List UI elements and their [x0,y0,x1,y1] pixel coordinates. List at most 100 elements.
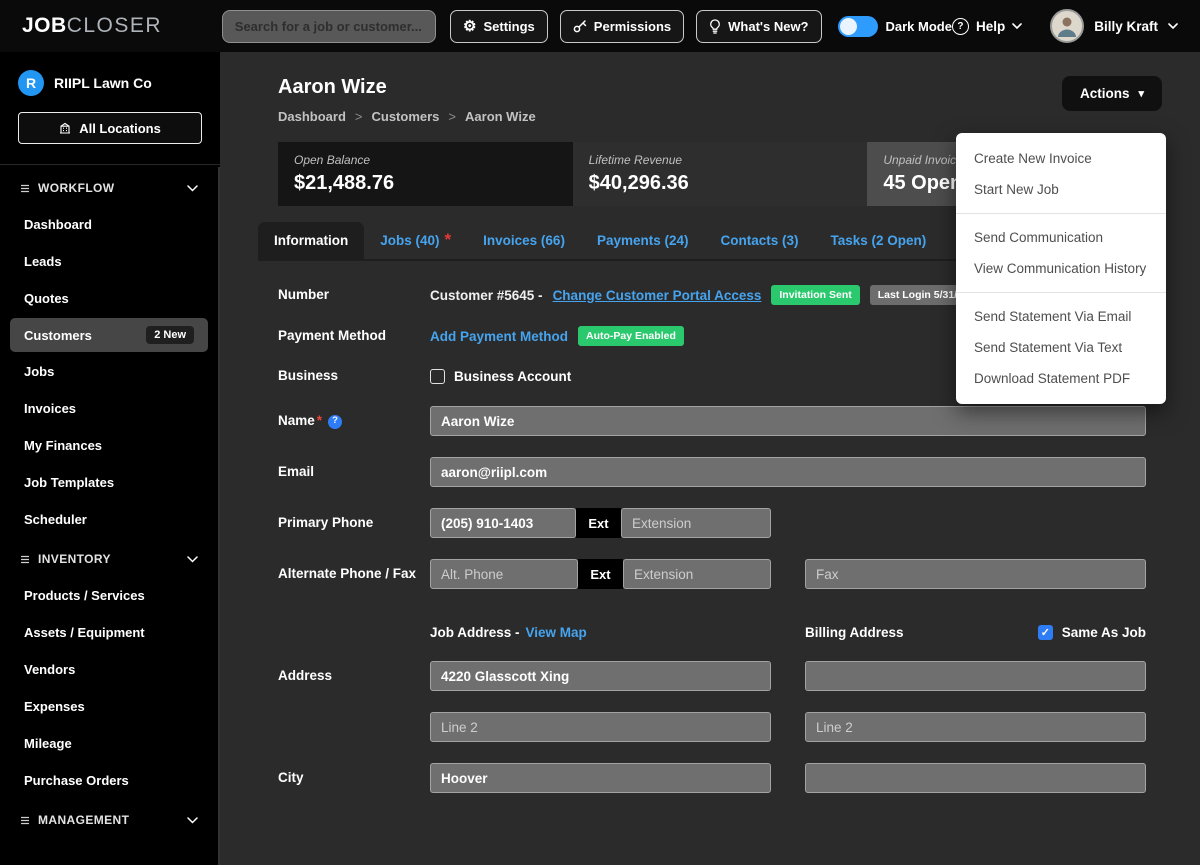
primary-phone-input[interactable] [430,508,576,538]
help-label: Help [976,19,1005,34]
job-address-line2-input[interactable] [430,712,771,742]
company-avatar[interactable]: R [18,70,44,96]
sidebar-item-jobs[interactable]: Jobs [0,353,218,390]
actions-button[interactable]: Actions ▾ [1062,76,1162,111]
email-input[interactable] [430,457,1146,487]
chevron-down-icon [187,185,198,192]
menu-item-start-new-job[interactable]: Start New Job [956,174,1166,205]
item-label: Leads [24,254,62,269]
tab-jobs[interactable]: Jobs (40)* [364,222,467,259]
sidebar-item-assets-equipment[interactable]: Assets / Equipment [0,614,218,651]
item-label: Jobs [24,364,54,379]
sidebar-item-expenses[interactable]: Expenses [0,688,218,725]
business-account-checkbox[interactable] [430,369,445,384]
settings-label: Settings [484,19,535,34]
sidebar-item-dashboard[interactable]: Dashboard [0,206,218,243]
section-workflow[interactable]: WORKFLOW [0,167,218,206]
actions-label: Actions [1080,86,1130,101]
sidebar-item-products-services[interactable]: Products / Services [0,577,218,614]
fax-input[interactable] [805,559,1146,589]
info-icon[interactable]: ? [328,415,342,429]
sidebar-item-invoices[interactable]: Invoices [0,390,218,427]
whats-new-button[interactable]: What's New? [696,10,821,43]
user-menu[interactable]: Billy Kraft [1050,9,1178,43]
menu-item-create-new-invoice[interactable]: Create New Invoice [956,143,1166,174]
menu-item-send-statement-email[interactable]: Send Statement Via Email [956,301,1166,332]
add-payment-method-link[interactable]: Add Payment Method [430,329,568,344]
stat-label: Lifetime Revenue [589,153,852,167]
sidebar-item-job-templates[interactable]: Job Templates [0,464,218,501]
help-menu[interactable]: ? Help [952,18,1022,35]
dark-mode-group: Dark Mode [838,16,952,37]
email-label: Email [278,463,430,481]
tab-label: Contacts (3) [721,233,799,248]
app-logo[interactable]: JOBCLOSER [22,14,222,38]
tab-contacts[interactable]: Contacts (3) [705,222,815,259]
all-locations-button[interactable]: All Locations [18,112,202,144]
menu-item-send-statement-text[interactable]: Send Statement Via Text [956,332,1166,363]
job-address-input[interactable] [430,661,771,691]
actions-dropdown: Create New Invoice Start New Job Send Co… [956,133,1166,404]
whats-new-label: What's New? [728,19,808,34]
billing-city-input[interactable] [805,763,1146,793]
sidebar-item-vendors[interactable]: Vendors [0,651,218,688]
name-label: Name*? [278,412,430,430]
tab-invoices[interactable]: Invoices (66) [467,222,581,259]
view-map-link[interactable]: View Map [526,625,587,640]
permissions-button[interactable]: Permissions [560,10,684,43]
tab-label: Payments (24) [597,233,689,248]
customers-new-badge: 2 New [146,326,194,344]
sidebar-divider [0,164,220,165]
permissions-label: Permissions [594,19,671,34]
breadcrumb-separator: > [355,109,363,124]
sidebar-item-my-finances[interactable]: My Finances [0,427,218,464]
sidebar-item-mileage[interactable]: Mileage [0,725,218,762]
menu-lines-icon [20,816,30,825]
tab-tasks[interactable]: Tasks (2 Open) [815,222,943,259]
section-inventory[interactable]: INVENTORY [0,538,218,577]
sidebar-item-quotes[interactable]: Quotes [0,280,218,317]
job-city-input[interactable] [430,763,771,793]
alt-phone-extension-input[interactable] [623,559,771,589]
sidebar-item-purchase-orders[interactable]: Purchase Orders [0,762,218,799]
job-address-header: Job Address - [430,625,520,640]
logo-job: JOB [22,14,67,37]
menu-item-download-statement-pdf[interactable]: Download Statement PDF [956,363,1166,394]
item-label: My Finances [24,438,102,453]
section-management[interactable]: MANAGEMENT [0,799,218,838]
breadcrumb-customers[interactable]: Customers [372,109,440,124]
billing-address-input[interactable] [805,661,1146,691]
sidebar-item-scheduler[interactable]: Scheduler [0,501,218,538]
item-label: Customers [24,328,92,343]
menu-item-send-communication[interactable]: Send Communication [956,222,1166,253]
primary-phone-extension-input[interactable] [621,508,771,538]
billing-address-line2-input[interactable] [805,712,1146,742]
stat-open-balance: Open Balance $21,488.76 [278,142,573,206]
tab-label: Tasks (2 Open) [831,233,927,248]
section-workflow-label: WORKFLOW [38,181,115,195]
menu-item-view-communication-history[interactable]: View Communication History [956,253,1166,284]
alt-phone-input[interactable] [430,559,578,589]
tab-information[interactable]: Information [258,222,364,259]
sidebar-item-leads[interactable]: Leads [0,243,218,280]
business-label: Business [278,367,430,385]
settings-button[interactable]: ⚙ Settings [450,10,548,43]
search-input[interactable] [222,10,436,43]
topbar: JOBCLOSER ⚙ Settings Permissions What's … [0,0,1200,52]
item-label: Dashboard [24,217,92,232]
sidebar-item-customers[interactable]: Customers 2 New [10,318,208,352]
chevron-down-icon [1012,23,1022,29]
stat-lifetime-revenue: Lifetime Revenue $40,296.36 [573,142,868,206]
item-label: Mileage [24,736,72,751]
change-portal-access-link[interactable]: Change Customer Portal Access [553,288,762,303]
invitation-sent-badge: Invitation Sent [771,285,859,305]
item-label: Assets / Equipment [24,625,145,640]
section-management-label: MANAGEMENT [38,813,129,827]
name-input[interactable] [430,406,1146,436]
same-as-job-checkbox[interactable] [1038,625,1053,640]
breadcrumb-dashboard[interactable]: Dashboard [278,109,346,124]
dark-mode-toggle[interactable] [838,16,878,37]
breadcrumb: Dashboard > Customers > Aaron Wize [278,109,536,124]
tab-payments[interactable]: Payments (24) [581,222,705,259]
ext-label: Ext [576,508,621,538]
